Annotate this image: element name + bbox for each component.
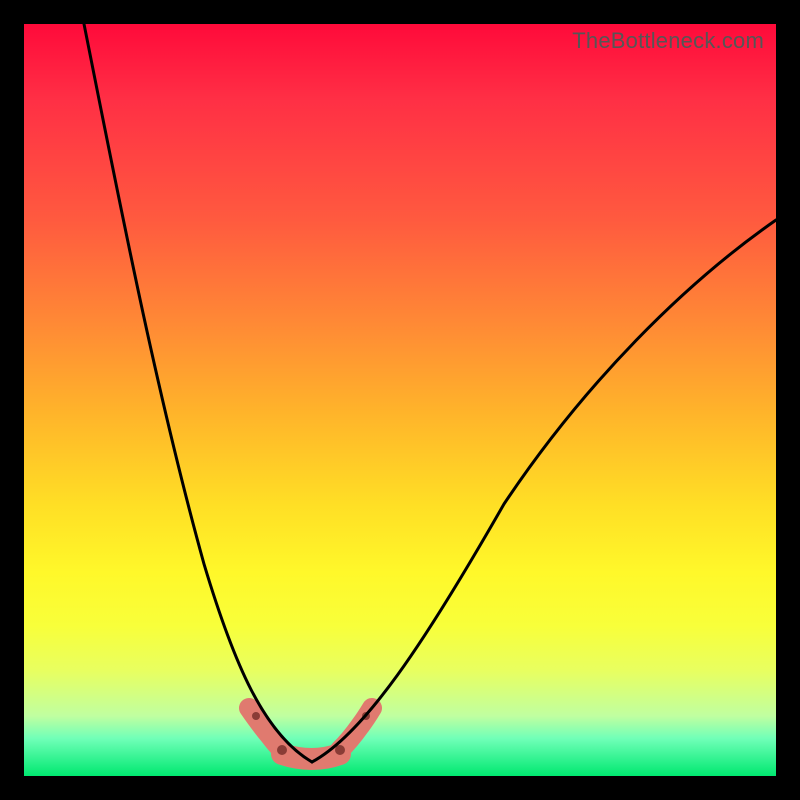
plot-area: TheBottleneck.com (24, 24, 776, 776)
curves-layer (24, 24, 776, 776)
joint-dot (277, 745, 287, 755)
chart-container: TheBottleneck.com (0, 0, 800, 800)
curve-right (312, 220, 776, 762)
joint-dot (252, 712, 260, 720)
curve-left (84, 24, 312, 762)
